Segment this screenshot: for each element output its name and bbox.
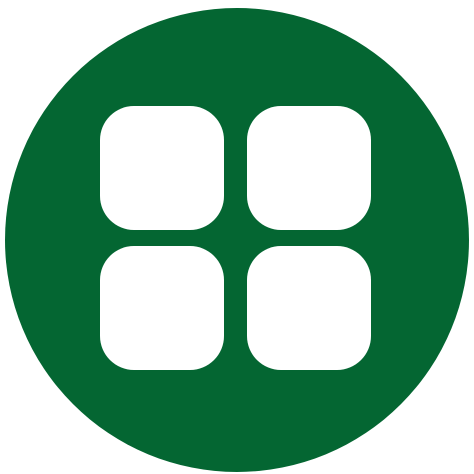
app-grid-button[interactable] xyxy=(5,8,469,472)
icon-background-circle xyxy=(5,8,469,472)
grid-tile-top-left xyxy=(100,106,224,230)
grid-tile-top-right xyxy=(247,106,371,230)
grid-tile-bottom-right xyxy=(247,246,371,370)
grid-tile-bottom-left xyxy=(100,246,224,370)
app-grid-icon xyxy=(5,8,469,472)
